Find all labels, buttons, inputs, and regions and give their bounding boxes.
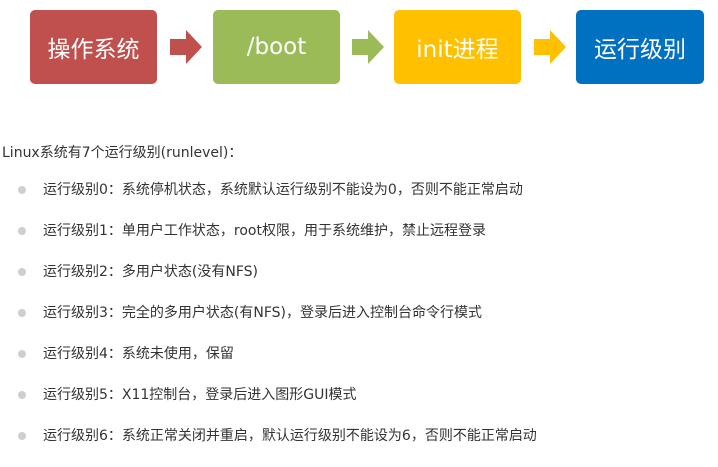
bullet-icon	[18, 432, 26, 440]
flow-step-os: 操作系统	[30, 10, 157, 84]
list-item: 运行级别1：单用户工作状态，root权限，用于系统维护，禁止远程登录	[0, 221, 537, 262]
runlevel-1-text: 运行级别1：单用户工作状态，root权限，用于系统维护，禁止远程登录	[43, 223, 486, 239]
runlevel-list: 运行级别0：系统停机状态，系统默认运行级别不能设为0，否则不能正常启动 运行级别…	[0, 180, 537, 467]
runlevel-6-text: 运行级别6：系统正常关闭并重启，默认运行级别不能设为6，否则不能正常启动	[43, 428, 537, 444]
list-item: 运行级别6：系统正常关闭并重启，默认运行级别不能设为6，否则不能正常启动	[0, 426, 537, 467]
list-item: 运行级别0：系统停机状态，系统默认运行级别不能设为0，否则不能正常启动	[0, 180, 537, 221]
bullet-icon	[18, 227, 26, 235]
bullet-icon	[18, 391, 26, 399]
bullet-icon	[18, 186, 26, 194]
list-item: 运行级别3：完全的多用户状态(有NFS)，登录后进入控制台命令行模式	[0, 303, 537, 344]
flow-step-runlevel: 运行级别	[576, 10, 704, 84]
list-item: 运行级别5：X11控制台，登录后进入图形GUI模式	[0, 385, 537, 426]
boot-flow-diagram: 操作系统 /boot init进程 运行级别	[0, 0, 718, 100]
arrow-shape	[534, 30, 566, 64]
runlevel-intro: Linux系统有7个运行级别(runlevel)：	[2, 145, 243, 161]
flow-step-init: init进程	[394, 10, 521, 84]
runlevel-4-text: 运行级别4：系统未使用，保留	[43, 346, 234, 362]
runlevel-5-text: 运行级别5：X11控制台，登录后进入图形GUI模式	[43, 387, 357, 403]
bullet-icon	[18, 350, 26, 358]
arrow-shape	[170, 30, 202, 64]
bullet-icon	[18, 309, 26, 317]
runlevel-2-text: 运行级别2：多用户状态(没有NFS)	[43, 264, 258, 280]
list-item: 运行级别4：系统未使用，保留	[0, 344, 537, 385]
list-item: 运行级别2：多用户状态(没有NFS)	[0, 262, 537, 303]
runlevel-0-text: 运行级别0：系统停机状态，系统默认运行级别不能设为0，否则不能正常启动	[43, 182, 523, 198]
bullet-icon	[18, 268, 26, 276]
flow-step-boot: /boot	[213, 10, 340, 84]
arrow-shape	[352, 30, 384, 64]
runlevel-3-text: 运行级别3：完全的多用户状态(有NFS)，登录后进入控制台命令行模式	[43, 305, 482, 321]
